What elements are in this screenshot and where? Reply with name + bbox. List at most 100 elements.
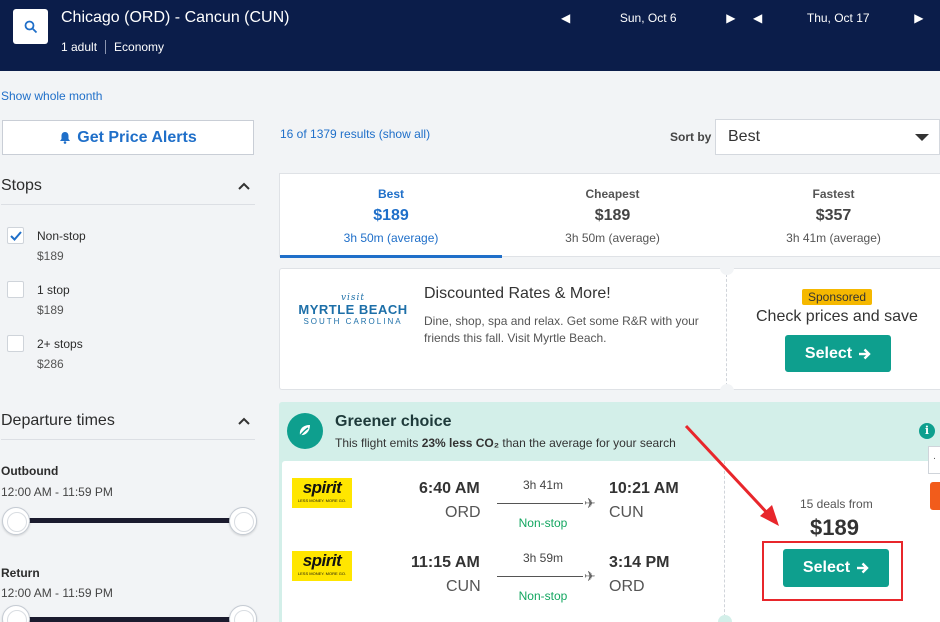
- return-slider-min-handle[interactable]: [2, 605, 30, 622]
- travelers-count: 1 adult: [61, 40, 98, 54]
- airplane-icon: ✈: [584, 495, 596, 511]
- return-date[interactable]: Thu, Oct 17: [762, 11, 914, 25]
- depart-next-icon[interactable]: ▶: [726, 11, 735, 25]
- flight-result-card[interactable]: spirit LESS MONEY. MORE GO. 6:40 AM ORD …: [282, 461, 940, 622]
- spirit-airline-logo: spirit LESS MONEY. MORE GO.: [292, 551, 352, 581]
- ticket-divider: [726, 269, 727, 391]
- depart-time: 11:15 AM: [411, 554, 480, 571]
- sponsored-badge: Sponsored: [802, 289, 873, 305]
- stops-indicator: Non-stop: [518, 516, 568, 530]
- travelers-summary[interactable]: 1 adult Economy: [61, 40, 164, 54]
- arrive-time: 3:14 PM: [609, 554, 670, 571]
- greener-choice-result: Greener choice This flight emits 23% les…: [279, 402, 940, 622]
- flight-duration: 3h 59m: [522, 551, 564, 565]
- show-whole-month-link[interactable]: Show whole month: [1, 89, 102, 103]
- ticket-notch: [720, 261, 734, 275]
- return-date-nav: ◀ Thu, Oct 17 ▶: [753, 11, 923, 25]
- divider: [1, 204, 255, 205]
- outbound-slider-min-handle[interactable]: [2, 507, 30, 535]
- checkmark-icon: [9, 230, 22, 241]
- stop-label: Non-stop: [37, 229, 86, 243]
- depart-date[interactable]: Sun, Oct 6: [570, 11, 726, 25]
- sort-select[interactable]: Best: [715, 119, 940, 155]
- return-slider-track[interactable]: [16, 617, 242, 622]
- depart-airport: ORD: [445, 504, 481, 521]
- tab-label: Best: [377, 187, 404, 201]
- ad-select-button[interactable]: Select: [785, 335, 891, 372]
- ad-title: Discounted Rates & More!: [424, 285, 611, 302]
- info-icon[interactable]: i: [919, 423, 935, 439]
- outbound-range: 12:00 AM - 11:59 PM: [1, 485, 113, 499]
- tab-fastest[interactable]: Fastest $357 3h 41m (average): [723, 174, 940, 258]
- divider: [1, 439, 255, 440]
- sort-label: Sort by: [670, 130, 712, 144]
- tab-best[interactable]: Best $189 3h 50m (average): [280, 174, 502, 258]
- tab-label: Cheapest: [585, 187, 640, 201]
- sort-value: Best: [728, 128, 761, 145]
- ad-cta-text: Check prices and save: [756, 308, 918, 325]
- return-range: 12:00 AM - 11:59 PM: [1, 586, 113, 600]
- ad-description: Dine, shop, spa and relax. Get some R&R …: [424, 314, 699, 345]
- one-stop-checkbox[interactable]: [7, 281, 24, 298]
- route-title[interactable]: Chicago (ORD) - Cancun (CUN): [61, 9, 290, 27]
- myrtle-beach-logo: visit MYRTLE BEACH SOUTH CAROLINA: [297, 293, 409, 327]
- outbound-slider-track[interactable]: [16, 518, 242, 523]
- return-next-icon[interactable]: ▶: [914, 11, 923, 25]
- chevron-up-icon[interactable]: [238, 180, 250, 192]
- chevron-up-icon[interactable]: [238, 415, 250, 427]
- select-label: Select: [804, 344, 853, 362]
- outbound-slider-max-handle[interactable]: [229, 507, 257, 535]
- price-alerts-button[interactable]: Get Price Alerts: [2, 120, 254, 155]
- divider: [105, 40, 107, 54]
- depart-prev-icon[interactable]: ◀: [561, 11, 570, 25]
- arrive-airport: CUN: [609, 504, 644, 521]
- stop-label: 2+ stops: [37, 337, 83, 351]
- spirit-airline-logo: spirit LESS MONEY. MORE GO.: [292, 478, 352, 508]
- ticket-notch: [718, 615, 732, 622]
- stop-label: 1 stop: [37, 283, 70, 297]
- flight-price: $189: [810, 515, 859, 540]
- flight-line: [497, 576, 583, 577]
- ticket-notch: [720, 384, 734, 398]
- two-plus-stops-checkbox[interactable]: [7, 335, 24, 352]
- search-button[interactable]: [13, 9, 48, 44]
- logo-name-text: MYRTLE BEACH: [298, 302, 408, 317]
- desc-suffix: than the average for your search: [499, 436, 676, 450]
- leaf-icon: [287, 413, 323, 449]
- logo-state-text: SOUTH CAROLINA: [303, 317, 403, 326]
- tab-price: $357: [815, 207, 852, 224]
- nonstop-checkbox[interactable]: [7, 227, 24, 244]
- greener-choice-title: Greener choice: [335, 413, 452, 430]
- results-count-link[interactable]: 16 of 1379 results (show all): [280, 127, 430, 141]
- tab-label: Fastest: [812, 187, 855, 201]
- search-header: Chicago (ORD) - Cancun (CUN) 1 adult Eco…: [0, 0, 940, 71]
- arrow-right-icon: [859, 348, 871, 359]
- outbound-label: Outbound: [1, 464, 59, 478]
- tab-duration: 3h 50m (average): [565, 231, 660, 245]
- side-badge-icon[interactable]: [930, 482, 940, 510]
- cabin-class: Economy: [114, 40, 165, 54]
- depart-time: 6:40 AM: [419, 480, 480, 497]
- sponsored-ad-card[interactable]: visit MYRTLE BEACH SOUTH CAROLINA Discou…: [279, 261, 940, 398]
- return-prev-icon[interactable]: ◀: [753, 11, 762, 25]
- stop-price: $286: [37, 357, 64, 371]
- airline-logo-tagline: LESS MONEY. MORE GO.: [297, 498, 347, 503]
- stop-price: $189: [37, 303, 64, 317]
- departure-times-title: Departure times: [1, 412, 115, 429]
- airline-logo-tagline: LESS MONEY. MORE GO.: [297, 571, 347, 576]
- return-label: Return: [1, 566, 40, 580]
- airline-logo-text: spirit: [302, 551, 342, 570]
- stop-price: $189: [37, 249, 64, 263]
- tab-cheapest[interactable]: Cheapest $189 3h 50m (average): [502, 174, 723, 258]
- tab-duration: 3h 41m (average): [786, 231, 881, 245]
- desc-prefix: This flight emits: [335, 436, 422, 450]
- side-panel-tab[interactable]: ·: [928, 446, 940, 474]
- airline-logo-text: spirit: [302, 478, 342, 497]
- stops-indicator: Non-stop: [518, 589, 568, 603]
- caret-down-icon: [915, 134, 929, 141]
- return-slider-max-handle[interactable]: [229, 605, 257, 622]
- tab-price: $189: [373, 207, 409, 224]
- airplane-icon: ✈: [584, 568, 596, 584]
- bell-icon: [60, 132, 71, 144]
- flight-line: [497, 503, 583, 504]
